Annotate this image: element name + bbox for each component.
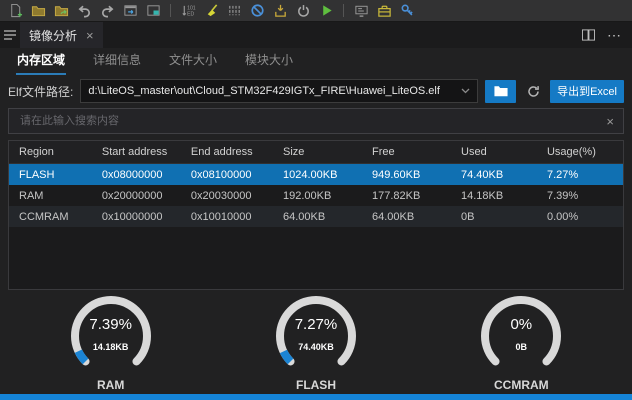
subtab-module-size[interactable]: 模块大小 [244, 46, 294, 75]
elf-path-value: d:\LiteOS_master\out\Cloud_STM32F429IGTx… [88, 85, 461, 97]
import-folder-icon[interactable] [52, 2, 70, 19]
table-row-ram[interactable]: RAM 0x20000000 0x20030000 192.00KB 177.8… [9, 185, 623, 206]
search-row: × [8, 107, 624, 135]
gauge-percent: 0% [473, 316, 569, 333]
cell-used: 14.18KB [451, 190, 537, 202]
status-bar [0, 394, 632, 400]
new-file-icon[interactable] [6, 2, 24, 19]
toolbox-icon[interactable] [375, 2, 393, 19]
gauge-ring [473, 290, 569, 378]
sieve-icon[interactable] [225, 2, 243, 19]
gauge-percent: 7.39% [63, 316, 159, 333]
keys-icon[interactable] [398, 2, 416, 19]
tab-label: 镜像分析 [29, 27, 77, 44]
subtab-details[interactable]: 详细信息 [92, 46, 142, 75]
gauge-ccmram: 0% 0B CCMRAM [419, 290, 624, 392]
cell-usage: 7.27% [537, 169, 623, 181]
cell-free: 949.60KB [362, 169, 451, 181]
cell-used: 74.40KB [451, 169, 537, 181]
close-icon[interactable]: × [86, 29, 94, 42]
cell-free: 177.82KB [362, 190, 451, 202]
gauge-ram: 7.39% 14.18KB RAM [8, 290, 213, 392]
subtab-memory-region[interactable]: 内存区域 [16, 46, 66, 75]
chevron-down-icon[interactable] [461, 88, 470, 94]
subtabs: 内存区域 详细信息 文件大小 模块大小 [8, 48, 624, 75]
table-row-ccmram[interactable]: CCMRAM 0x10000000 0x10010000 64.00KB 64.… [9, 206, 623, 227]
cell-free: 64.00KB [362, 211, 451, 223]
subtab-file-size[interactable]: 文件大小 [168, 46, 218, 75]
table-row-flash[interactable]: FLASH 0x08000000 0x08100000 1024.00KB 94… [9, 164, 623, 185]
cell-used: 0B [451, 211, 537, 223]
gauge-ring [268, 290, 364, 378]
elf-path-combobox[interactable]: d:\LiteOS_master\out\Cloud_STM32F429IGTx… [80, 79, 478, 103]
col-usage: Usage(%) [537, 146, 623, 158]
cell-start: 0x10000000 [92, 211, 181, 223]
col-free: Free [362, 146, 451, 158]
svg-text:ED: ED [187, 12, 194, 18]
undo-icon[interactable] [75, 2, 93, 19]
cell-usage: 0.00% [537, 211, 623, 223]
table-header: Region Start address End address Size Fr… [9, 141, 623, 164]
cell-region: RAM [9, 190, 92, 202]
col-used: Used [451, 146, 537, 158]
gauge-used-size: 74.40KB [268, 342, 364, 352]
search-input[interactable] [18, 114, 606, 128]
cell-end: 0x20030000 [181, 190, 273, 202]
memory-region-table: Region Start address End address Size Fr… [8, 140, 624, 290]
svg-text:101: 101 [187, 6, 196, 12]
move-editor-icon[interactable] [121, 2, 139, 19]
search-box[interactable]: × [8, 108, 624, 134]
cell-size: 64.00KB [273, 211, 362, 223]
monitor-icon[interactable] [352, 2, 370, 19]
cell-region: CCMRAM [9, 211, 92, 223]
gauge-label: FLASH [296, 378, 336, 392]
split-editor-icon[interactable] [582, 29, 595, 41]
tab-list-icon[interactable] [0, 22, 20, 48]
redo-icon[interactable] [98, 2, 116, 19]
tab-image-analysis[interactable]: 镜像分析 × [20, 22, 103, 48]
run-icon[interactable] [317, 2, 335, 19]
col-region: Region [9, 146, 92, 158]
gauge-percent: 7.27% [268, 316, 364, 333]
elf-path-label: Elf文件路径: [8, 83, 73, 100]
gauge-ring [63, 290, 159, 378]
disable-icon[interactable] [248, 2, 266, 19]
clean-icon[interactable] [202, 2, 220, 19]
cell-start: 0x20000000 [92, 190, 181, 202]
gauge-flash: 7.27% 74.40KB FLASH [213, 290, 418, 392]
table-empty-area [9, 227, 623, 289]
refresh-button[interactable] [523, 81, 543, 101]
usage-gauges: 7.39% 14.18KB RAM 7.27% 74.40KB FLASH 0%… [8, 290, 624, 394]
col-size: Size [273, 146, 362, 158]
analysis-panel: 内存区域 详细信息 文件大小 模块大小 Elf文件路径: d:\LiteOS_m… [0, 48, 632, 394]
elf-path-row: Elf文件路径: d:\LiteOS_master\out\Cloud_STM3… [8, 75, 624, 107]
editor-tabbar: 镜像分析 × ⋯ [0, 22, 632, 48]
cell-region: FLASH [9, 169, 92, 181]
gauge-label: RAM [97, 378, 124, 392]
cell-end: 0x08100000 [181, 169, 273, 181]
main-toolbar: 101ED [0, 0, 632, 22]
toolbar-separator [170, 4, 171, 17]
browse-folder-button[interactable] [485, 80, 516, 103]
cell-start: 0x08000000 [92, 169, 181, 181]
cell-size: 192.00KB [273, 190, 362, 202]
gauge-used-size: 14.18KB [63, 342, 159, 352]
external-window-icon[interactable] [144, 2, 162, 19]
cell-size: 1024.00KB [273, 169, 362, 181]
clear-search-icon[interactable]: × [606, 114, 614, 129]
toolbar-separator [343, 4, 344, 17]
col-end-address: End address [181, 146, 273, 158]
export-to-excel-button[interactable]: 导出到Excel [550, 80, 624, 103]
cell-usage: 7.39% [537, 190, 623, 202]
col-start-address: Start address [92, 146, 181, 158]
power-icon[interactable] [294, 2, 312, 19]
cell-end: 0x10010000 [181, 211, 273, 223]
sort-numbers-icon[interactable]: 101ED [179, 2, 197, 19]
more-actions-icon[interactable]: ⋯ [607, 27, 622, 44]
gauge-label: CCMRAM [494, 378, 549, 392]
gauge-used-size: 0B [473, 342, 569, 352]
install-icon[interactable] [271, 2, 289, 19]
editor-actions: ⋯ [582, 22, 632, 48]
open-folder-icon[interactable] [29, 2, 47, 19]
